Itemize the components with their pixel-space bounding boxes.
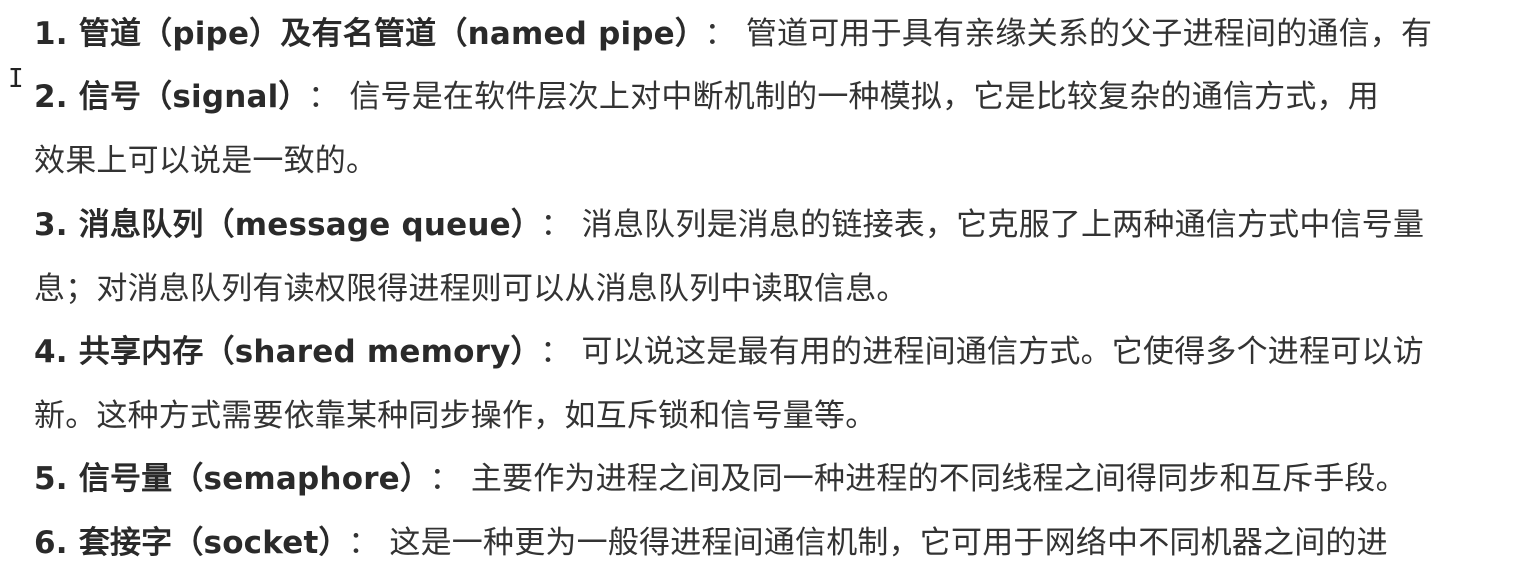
item-description: 可以说这是最有用的进程间通信方式。它使得多个进程可以访 xyxy=(581,334,1424,370)
item-term: 5. 信号量（semaphore） xyxy=(34,461,416,497)
item-separator: ： xyxy=(540,207,572,243)
ipc-methods-document: 1. 管道（pipe）及有名管道（named pipe）：管道可用于具有亲缘关系… xyxy=(34,0,1530,576)
item-separator: ： xyxy=(429,461,461,497)
item-term: 4. 共享内存（shared memory） xyxy=(34,334,527,370)
ipc-item-signal: 2. 信号（signal） ：信号是在软件层次上对中断机制的一种模拟，它是比较复杂… xyxy=(34,75,1379,119)
ipc-item-pipe: 1. 管道（pipe）及有名管道（named pipe） ：管道可用于具有亲缘关系… xyxy=(34,12,1432,56)
item-separator: ： xyxy=(308,79,340,115)
item-description: 消息队列是消息的链接表，它克服了上两种通信方式中信号量 xyxy=(581,207,1425,243)
ipc-item-message-queue-continuation: 息；对消息队列有读权限得进程则可以从消息队列中读取信息。 xyxy=(34,267,908,311)
item-description-continued: 息；对消息队列有读权限得进程则可以从消息队列中读取信息。 xyxy=(34,271,908,307)
ipc-item-shared-memory: 4. 共享内存（shared memory） ：可以说这是最有用的进程间通信方式。… xyxy=(34,330,1424,374)
ipc-item-shared-memory-continuation: 新。这种方式需要依靠某种同步操作，如互斥锁和信号量等。 xyxy=(34,394,876,438)
item-description-continued: 效果上可以说是一致的。 xyxy=(34,143,378,179)
item-description-continued: 新。这种方式需要依靠某种同步操作，如互斥锁和信号量等。 xyxy=(34,398,877,434)
text-cursor-icon: I xyxy=(8,64,24,94)
item-term: 3. 消息队列（message queue） xyxy=(34,207,527,243)
ipc-item-semaphore: 5. 信号量（semaphore） ：主要作为进程之间及同一种进程的不同线程之间得… xyxy=(34,457,1407,501)
ipc-item-socket: 6. 套接字（socket） ：这是一种更为一般得进程间通信机制，它可用于网络中不… xyxy=(34,521,1388,565)
item-separator: ： xyxy=(348,525,380,561)
item-term: 6. 套接字（socket） xyxy=(34,525,335,561)
item-description: 这是一种更为一般得进程间通信机制，它可用于网络中不同机器之间的进 xyxy=(389,525,1388,561)
ipc-item-message-queue: 3. 消息队列（message queue） ：消息队列是消息的链接表，它克服了上… xyxy=(34,203,1424,247)
item-description: 信号是在软件层次上对中断机制的一种模拟，它是比较复杂的通信方式，用 xyxy=(349,79,1379,115)
item-separator: ： xyxy=(540,334,572,370)
item-separator: ： xyxy=(704,16,736,52)
item-term: 1. 管道（pipe）及有名管道（named pipe） xyxy=(34,16,691,52)
item-term: 2. 信号（signal） xyxy=(34,79,295,115)
item-description: 管道可用于具有亲缘关系的父子进程间的通信，有 xyxy=(745,16,1433,52)
item-description: 主要作为进程之间及同一种进程的不同线程之间得同步和互斥手段。 xyxy=(470,461,1407,497)
ipc-item-signal-continuation: 效果上可以说是一致的。 xyxy=(34,139,377,183)
